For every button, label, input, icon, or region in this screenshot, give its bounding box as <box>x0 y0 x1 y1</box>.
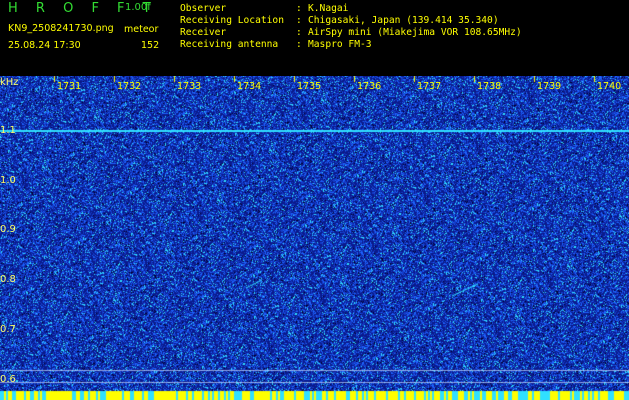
time-tick-label: 1736 <box>357 81 382 92</box>
info-row-receiver: Receiver: AirSpy mini (Miakejima VOR 108.… <box>180 27 522 38</box>
y-tick-label: 0.7 <box>0 324 16 335</box>
spectrogram-waterfall <box>0 76 629 400</box>
y-tick-label: 1.1 <box>0 125 16 136</box>
time-tick-label: 1735 <box>297 81 322 92</box>
time-tick-label: 1734 <box>237 81 262 92</box>
info-row-antenna: Receiving antenna: Maspro FM-3 <box>180 39 372 50</box>
y-tick-label: 0.6 <box>0 374 16 385</box>
info-key: Receiver <box>180 27 227 38</box>
info-key: Receiving Location <box>180 15 284 26</box>
info-row-location: Receiving Location: Chigasaki, Japan (139… <box>180 15 499 26</box>
meteor-label: meteor <box>124 24 159 35</box>
time-tick-label: 1733 <box>177 81 202 92</box>
info-value: Maspro FM-3 <box>308 39 372 50</box>
y-tick-label: 0.9 <box>0 224 16 235</box>
meteor-count: 152 <box>141 40 160 51</box>
y-tick-label: 1.0 <box>0 175 16 186</box>
info-value: AirSpy mini (Miakejima VOR 108.65MHz) <box>308 27 522 38</box>
app-version: 1.00f <box>125 2 151 13</box>
time-tick-label: 1740 <box>597 81 622 92</box>
time-tick-label: 1731 <box>57 81 82 92</box>
info-key: Observer <box>180 3 227 14</box>
info-value: K.Nagai <box>308 3 349 14</box>
info-value: Chigasaki, Japan (139.414 35.340) <box>308 15 499 26</box>
time-tick-label: 1738 <box>477 81 502 92</box>
capture-datetime: 25.08.24 17:30 <box>8 40 81 51</box>
y-tick-label: 0.8 <box>0 274 16 285</box>
time-tick-label: 1739 <box>537 81 562 92</box>
info-row-observer: Observer: K.Nagai <box>180 3 349 14</box>
info-key: Receiving antenna <box>180 39 279 50</box>
y-axis-unit: kHz <box>0 77 19 88</box>
file-name: KN9_2508241730.png <box>8 23 114 34</box>
time-tick-label: 1732 <box>117 81 142 92</box>
time-tick-label: 1737 <box>417 81 442 92</box>
